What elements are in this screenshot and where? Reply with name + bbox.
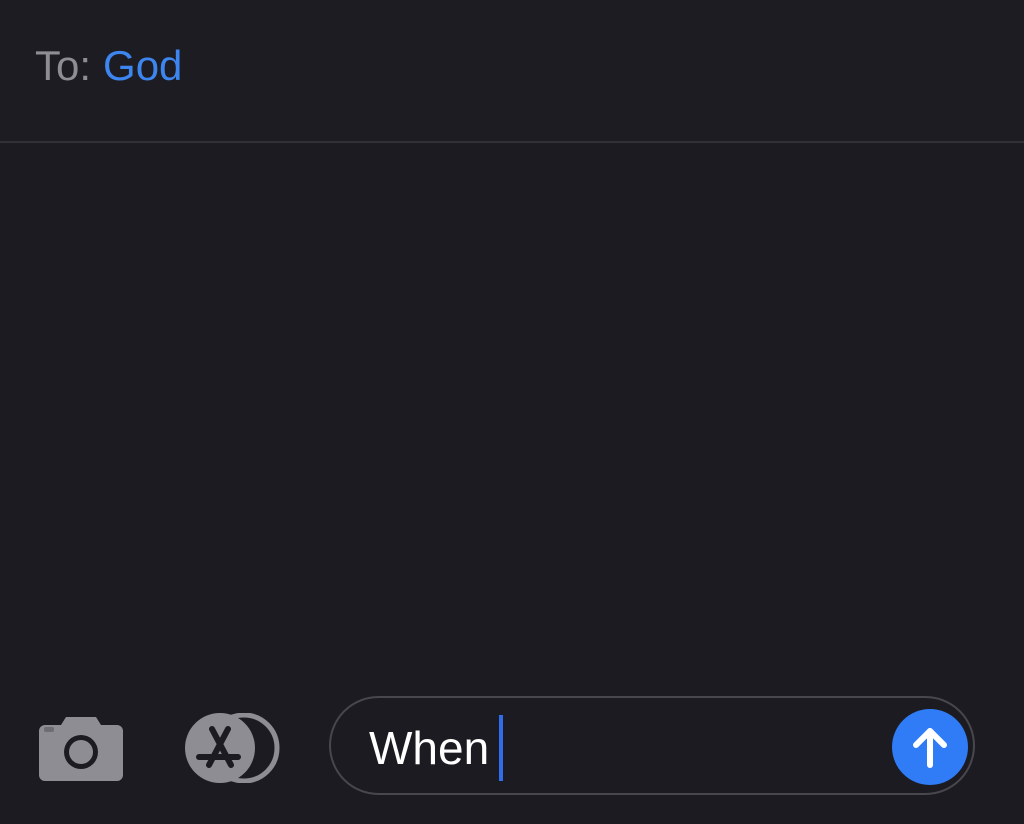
compose-header: To: God (0, 0, 1024, 141)
conversation-area (0, 143, 1024, 683)
recipient-name[interactable]: God (103, 36, 182, 96)
send-button[interactable] (892, 709, 968, 785)
app-store-icon (185, 712, 280, 784)
camera-icon (39, 717, 123, 781)
message-input[interactable]: When (329, 696, 975, 795)
to-label: To: (35, 42, 92, 89)
message-text: When (369, 722, 490, 774)
camera-button[interactable] (36, 713, 126, 781)
arrow-up-icon (913, 728, 947, 768)
app-store-button[interactable] (182, 712, 282, 784)
message-text-wrapper: When (369, 715, 504, 781)
text-caret (499, 715, 504, 781)
recipient-row[interactable]: To: God (35, 36, 182, 96)
